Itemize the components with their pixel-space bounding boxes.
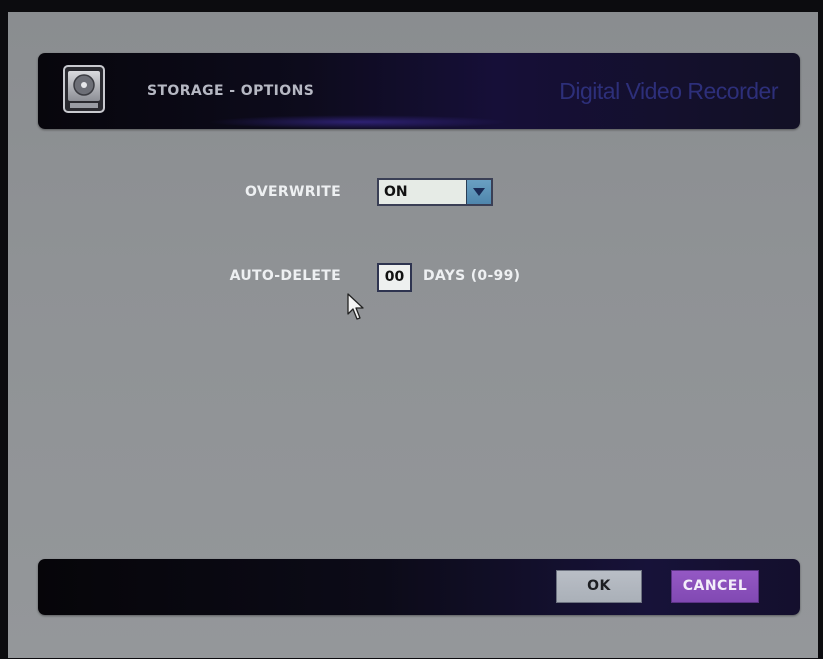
overwrite-value: ON (384, 184, 408, 200)
button-bar: OK CANCEL (38, 559, 800, 615)
auto-delete-label: AUTO-DELETE (229, 268, 341, 284)
auto-delete-days-input[interactable]: 00 (377, 263, 412, 292)
chevron-down-icon (473, 188, 485, 196)
title-bar: STORAGE - OPTIONS Digital Video Recorder (38, 53, 800, 129)
overwrite-select[interactable]: ON (377, 178, 493, 206)
brand-label: Digital Video Recorder (559, 78, 778, 104)
ok-button[interactable]: OK (556, 570, 642, 603)
hard-disk-icon (63, 65, 105, 113)
mouse-cursor-icon (346, 292, 366, 322)
page-title: STORAGE - OPTIONS (147, 83, 315, 99)
dvr-screen: STORAGE - OPTIONS Digital Video Recorder… (8, 12, 818, 658)
days-unit-label: DAYS (0-99) (423, 268, 521, 284)
dropdown-button[interactable] (466, 180, 491, 204)
cancel-button[interactable]: CANCEL (671, 570, 759, 603)
overwrite-label: OVERWRITE (245, 184, 341, 200)
